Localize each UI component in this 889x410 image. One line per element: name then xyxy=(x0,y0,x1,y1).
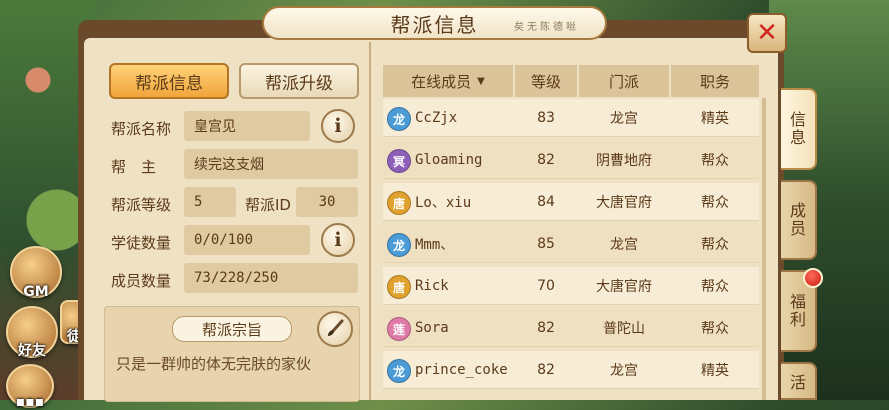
member-school: 龙宫 xyxy=(610,237,638,253)
guild-id-value: 30 xyxy=(296,187,358,217)
guild-info-button[interactable]: i xyxy=(321,109,355,143)
guild-level-value: 5 xyxy=(184,187,236,217)
member-role: 帮众 xyxy=(701,321,729,337)
friends-button[interactable]: 好友 xyxy=(6,306,58,359)
side-tab-welfare-label: 福利 xyxy=(789,292,806,329)
member-level: 82 xyxy=(537,362,555,378)
member-name: CcZjx xyxy=(415,110,458,126)
table-row[interactable]: 莲 Sora 82 普陀山 帮众 xyxy=(383,309,759,347)
friends-label: 好友 xyxy=(18,343,46,359)
tang-office-icon: 唐 xyxy=(387,191,411,215)
member-name: Gloaming xyxy=(415,152,483,168)
info-icon: i xyxy=(334,115,342,137)
member-school: 大唐官府 xyxy=(596,279,652,295)
header-online-members[interactable]: 在线成员 ▼ xyxy=(383,65,513,97)
dialog-title-bar: 帮派信息 矣无陈德咝 xyxy=(262,6,607,40)
member-level: 84 xyxy=(537,194,555,210)
tang-office-icon: 唐 xyxy=(387,275,411,299)
member-count-label: 成员数量 xyxy=(111,272,172,290)
member-school: 普陀山 xyxy=(603,321,645,337)
dialog-title: 帮派信息 xyxy=(390,12,479,37)
side-tab-members-label: 成员 xyxy=(789,201,806,238)
member-name: prince_coke xyxy=(415,362,508,378)
guild-level-label: 帮派等级 xyxy=(111,196,172,214)
tab-guild-upgrade[interactable]: 帮派升级 xyxy=(239,63,359,99)
close-button[interactable]: ✕ xyxy=(747,13,787,53)
member-role: 帮众 xyxy=(701,195,729,211)
edit-motto-button[interactable] xyxy=(317,311,353,347)
member-role: 帮众 xyxy=(701,153,729,169)
putuo-icon: 莲 xyxy=(387,317,411,341)
side-tab-members[interactable]: 成员 xyxy=(781,180,817,260)
member-school: 大唐官府 xyxy=(596,195,652,211)
sort-arrow-icon: ▼ xyxy=(477,75,485,87)
gm-label: GM xyxy=(23,284,49,300)
header-member-label: 在线成员 xyxy=(411,72,472,91)
member-role: 帮众 xyxy=(701,237,729,253)
brush-icon xyxy=(328,319,344,336)
dragon-palace-icon: 龙 xyxy=(387,107,411,131)
member-level: 83 xyxy=(537,110,555,126)
panel-divider xyxy=(369,42,371,400)
table-row[interactable]: 唐 Lo、xiu 84 大唐官府 帮众 xyxy=(383,183,759,221)
guild-name-label: 帮派名称 xyxy=(111,120,172,138)
table-row[interactable]: 龙 CcZjx 83 龙宫 精英 xyxy=(383,99,759,137)
dragon-palace-icon: 龙 xyxy=(387,359,411,383)
motto-text: 只是一群帅的体无完肤的家伙 xyxy=(116,355,312,373)
member-level: 82 xyxy=(537,320,555,336)
member-count-value: 73/228/250 xyxy=(184,263,358,293)
member-role: 帮众 xyxy=(701,279,729,295)
notification-dot xyxy=(803,268,823,288)
side-tab-activity-label: 活 xyxy=(789,373,806,392)
table-row[interactable]: 唐 Rick 70 大唐官府 帮众 xyxy=(383,267,759,305)
info-icon: i xyxy=(334,229,342,251)
underworld-icon: 冥 xyxy=(387,149,411,173)
chat-button[interactable]: ▪▪▪ xyxy=(6,364,54,410)
guild-id-label: 帮派ID xyxy=(245,196,291,214)
member-level: 82 xyxy=(537,152,555,168)
gm-button[interactable]: GM xyxy=(10,246,62,300)
member-name: Rick xyxy=(415,278,449,294)
side-tab-info[interactable]: 信息 xyxy=(781,88,817,170)
header-role[interactable]: 职务 xyxy=(671,65,759,97)
chat-icon: ▪▪▪ xyxy=(15,394,45,410)
member-name: Mmm、 xyxy=(415,237,455,253)
leader-label: 帮 主 xyxy=(111,158,157,176)
apprentice-info-button[interactable]: i xyxy=(321,223,355,257)
table-row[interactable]: 冥 Gloaming 82 阴曹地府 帮众 xyxy=(383,141,759,179)
side-tab-activity[interactable]: 活 xyxy=(781,362,817,400)
members-table-header: 在线成员 ▼ 等级 门派 职务 xyxy=(383,65,759,97)
member-role: 精英 xyxy=(701,111,729,127)
dragon-palace-icon: 龙 xyxy=(387,233,411,257)
member-school: 龙宫 xyxy=(610,363,638,379)
table-scrollbar[interactable] xyxy=(762,98,766,400)
table-row[interactable]: 龙 prince_coke 82 龙宫 精英 xyxy=(383,351,759,389)
motto-title: 帮派宗旨 xyxy=(172,316,292,342)
header-level[interactable]: 等级 xyxy=(515,65,577,97)
tab-guild-info[interactable]: 帮派信息 xyxy=(109,63,229,99)
member-school: 龙宫 xyxy=(610,111,638,127)
member-name: Lo、xiu xyxy=(415,195,472,211)
apprentice-count-value: 0/0/100 xyxy=(184,225,310,255)
leader-value: 续完这支烟 xyxy=(184,149,358,179)
table-row[interactable]: 龙 Mmm、 85 龙宫 帮众 xyxy=(383,225,759,263)
side-tab-info-label: 信息 xyxy=(789,110,806,147)
member-level: 85 xyxy=(537,236,555,252)
apprentice-count-label: 学徒数量 xyxy=(111,234,172,252)
title-decoration: 矣无陈德咝 xyxy=(514,22,579,33)
guild-name-value: 皇宫见 xyxy=(184,111,310,141)
member-school: 阴曹地府 xyxy=(596,153,652,169)
member-name: Sora xyxy=(415,320,449,336)
close-icon: ✕ xyxy=(756,18,778,48)
header-school[interactable]: 门派 xyxy=(579,65,669,97)
member-role: 精英 xyxy=(701,363,729,379)
member-level: 70 xyxy=(537,278,555,294)
